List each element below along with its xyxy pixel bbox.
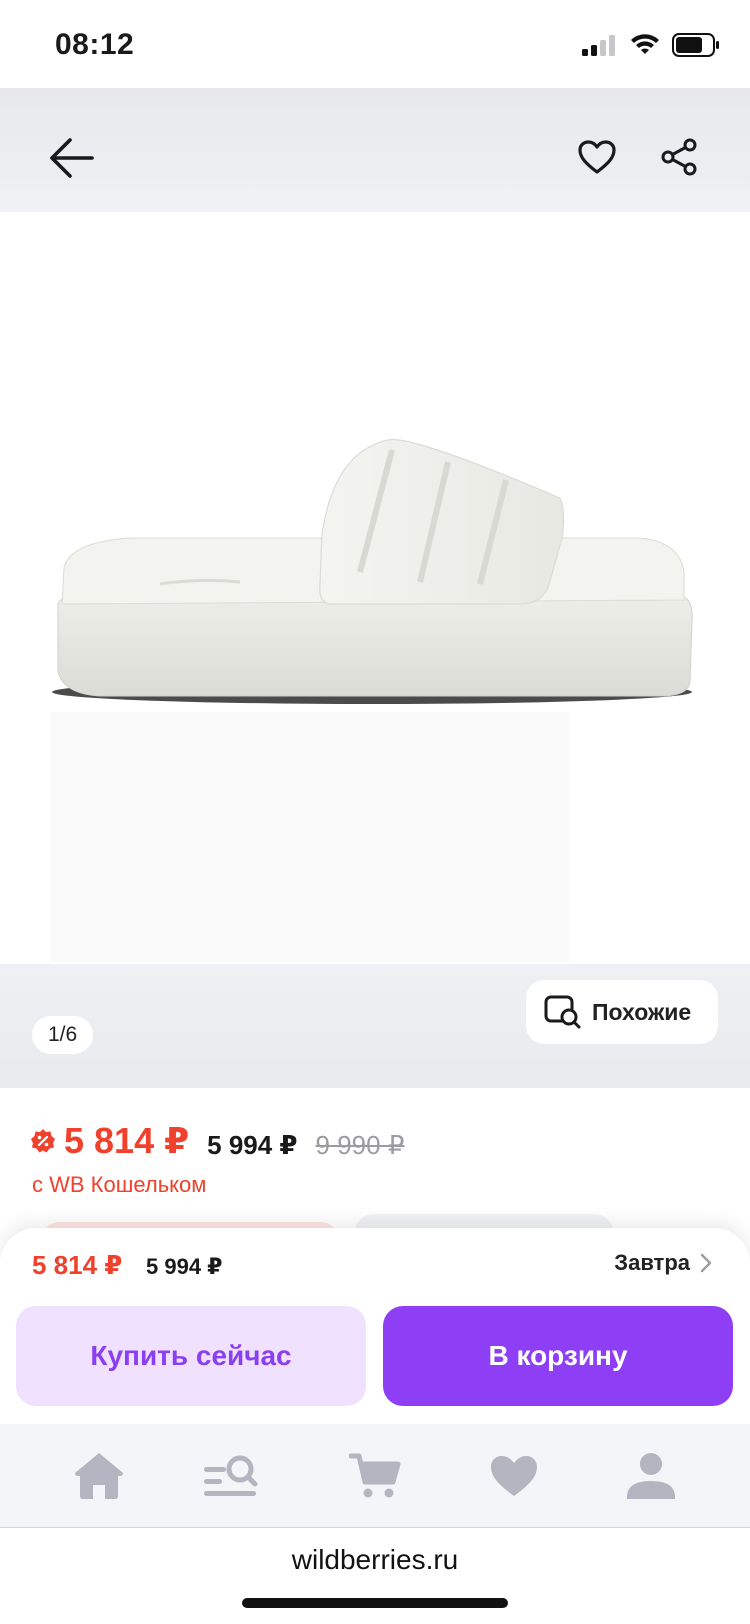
similar-search-icon	[544, 995, 581, 1029]
similar-button[interactable]: Похожие	[526, 980, 718, 1044]
tab-cart[interactable]	[345, 1446, 405, 1506]
discount-badge-icon	[31, 1129, 55, 1153]
buy-now-button[interactable]: Купить сейчас	[16, 1306, 366, 1406]
chevron-right-icon	[700, 1253, 712, 1273]
photo-counter: 1/6	[32, 1016, 94, 1054]
tab-home[interactable]	[69, 1446, 129, 1506]
tab-catalog[interactable]	[200, 1446, 260, 1506]
favorite-button[interactable]	[572, 132, 622, 182]
purchase-sheet: 5 814 ₽ 5 994 ₽ Завтра Купить сейчас В к…	[0, 1228, 750, 1424]
product-gallery[interactable]: 1/6 Похожие	[0, 88, 750, 1088]
sheet-wallet-price: 5 814 ₽	[32, 1250, 123, 1280]
tab-profile[interactable]	[621, 1446, 681, 1506]
price-row: 5 814 ₽ 5 994 ₽ 9 990 ₽	[30, 1120, 404, 1162]
delivery-link[interactable]: Завтра	[614, 1250, 712, 1276]
delivery-label: Завтра	[614, 1250, 690, 1275]
heart-outline-icon	[578, 140, 616, 174]
battery-icon	[672, 33, 719, 57]
gallery-footer: 1/6 Похожие	[0, 964, 750, 1088]
bottom-tab-bar	[0, 1424, 750, 1528]
home-icon	[75, 1453, 123, 1499]
old-price: 9 990 ₽	[315, 1130, 405, 1160]
tab-favorites[interactable]	[484, 1446, 544, 1506]
product-photo[interactable]	[0, 212, 750, 964]
slide-sandal-image	[50, 438, 693, 962]
wallet-note: с WB Кошельком	[32, 1172, 207, 1197]
back-button[interactable]	[42, 132, 102, 184]
cellular-signal-icon	[582, 35, 615, 56]
status-bar: 08:12	[0, 0, 750, 88]
cart-icon	[349, 1453, 401, 1498]
profile-icon	[627, 1453, 675, 1499]
favorites-heart-icon	[491, 1456, 537, 1496]
status-time: 08:12	[55, 28, 135, 61]
browser-address-bar[interactable]: wildberries.ru	[0, 1528, 750, 1624]
add-to-cart-button[interactable]: В корзину	[383, 1306, 733, 1406]
sheet-regular-price: 5 994 ₽	[146, 1254, 223, 1279]
share-button[interactable]	[654, 132, 704, 182]
wallet-price-group: 5 814 ₽	[30, 1120, 189, 1162]
share-icon	[661, 138, 697, 176]
wallet-price: 5 814 ₽	[64, 1120, 190, 1161]
catalog-search-icon	[204, 1455, 258, 1496]
regular-price: 5 994 ₽	[207, 1130, 298, 1160]
status-icons	[582, 30, 720, 60]
similar-label: Похожие	[592, 998, 692, 1025]
arrow-left-icon	[50, 138, 94, 178]
gallery-header	[0, 88, 750, 212]
url-text[interactable]: wildberries.ru	[0, 1544, 750, 1576]
wifi-icon	[631, 34, 659, 54]
home-indicator[interactable]	[242, 1598, 508, 1608]
